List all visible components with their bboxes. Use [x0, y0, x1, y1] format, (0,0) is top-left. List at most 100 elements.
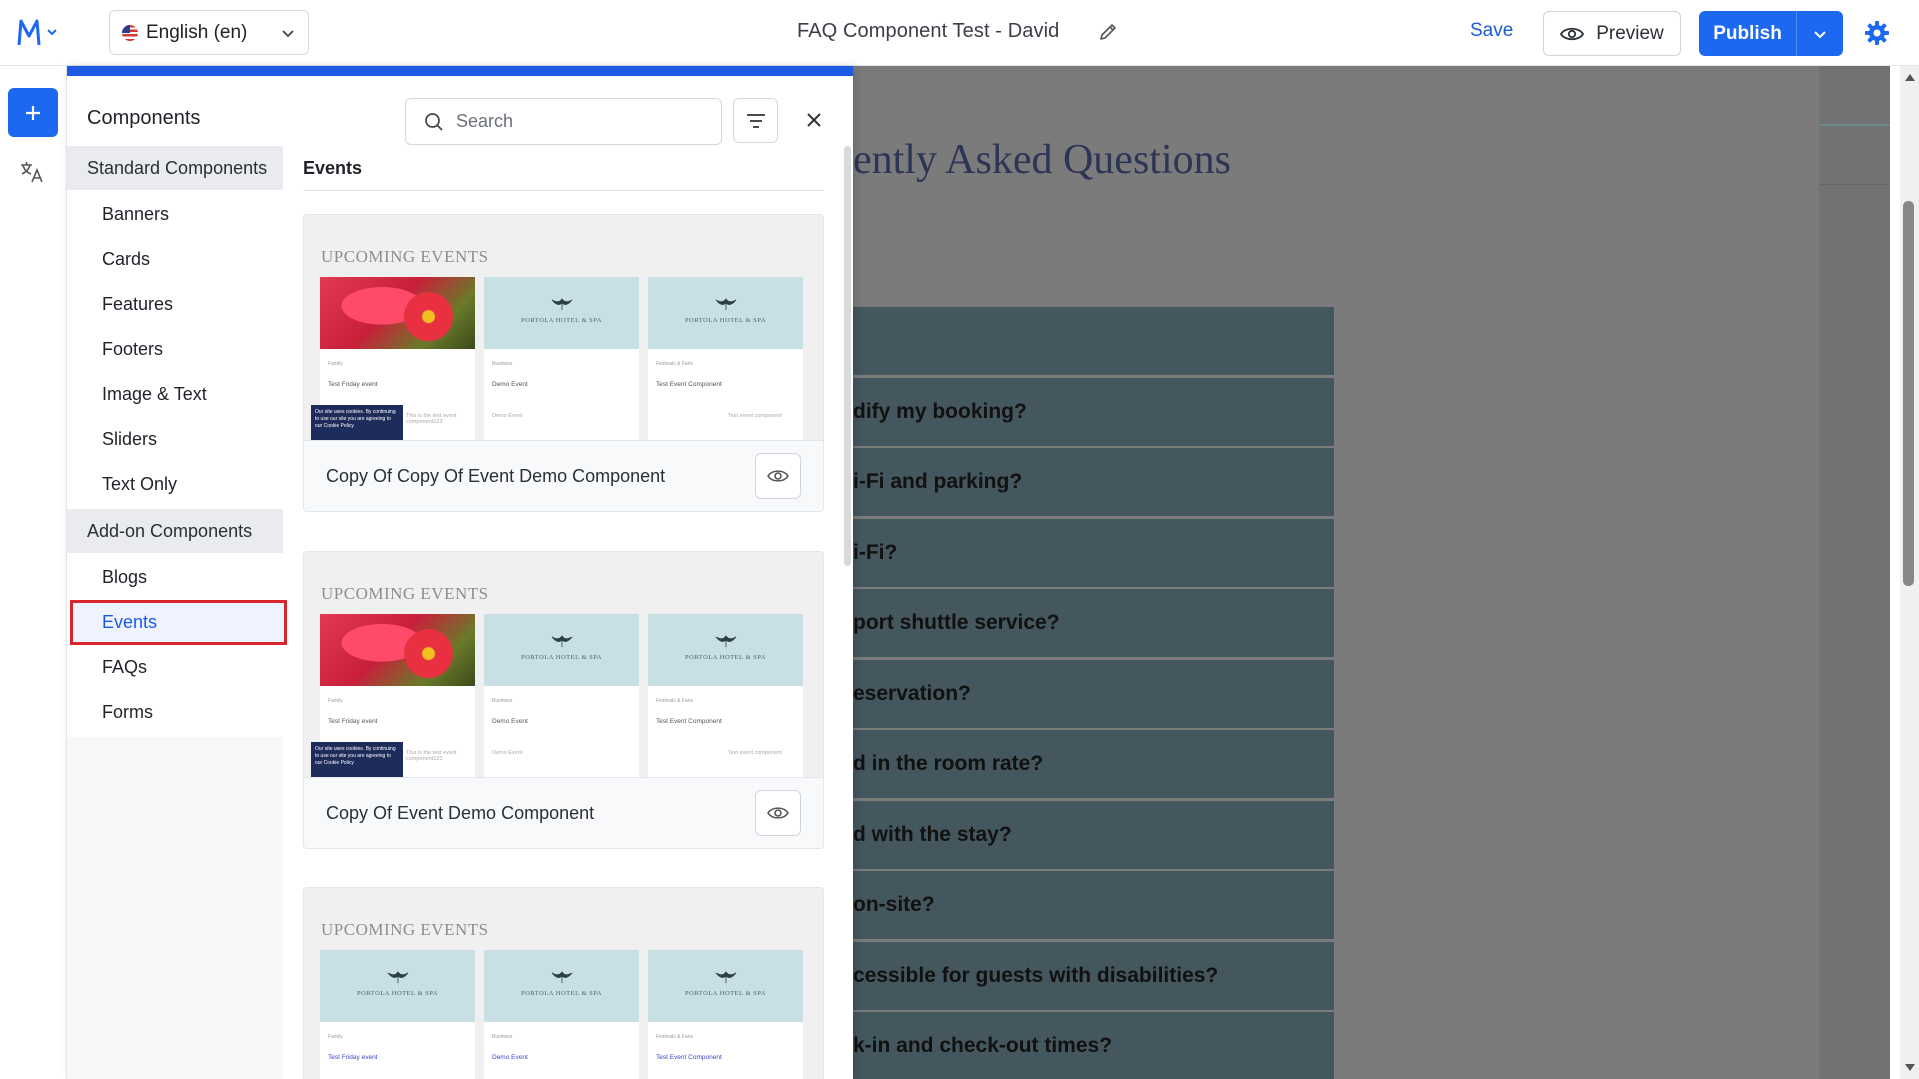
hotel-name: PORTOLA HOTEL & SPA [521, 990, 602, 997]
nav-item-image-text[interactable]: Image & Text [67, 372, 283, 417]
faq-item[interactable]: d in the room rate? [853, 730, 1334, 798]
thumb-title: Test Friday event [328, 718, 378, 725]
bird-logo-icon [551, 971, 572, 983]
filter-icon [746, 113, 765, 128]
thumb-title: Test Event Component [656, 1054, 722, 1061]
canvas-side-strip [1819, 66, 1890, 1079]
thumb-title: Test Friday event [328, 381, 378, 388]
thumb-title: Demo Event [492, 1054, 528, 1061]
panel-title: Components [87, 107, 201, 129]
thumb-heading: UPCOMING EVENTS [321, 584, 489, 603]
thumb-desc: This is the test event component123 [406, 413, 457, 425]
nav-item-faqs[interactable]: FAQs [67, 645, 283, 690]
card-thumbnail[interactable]: UPCOMING EVENTS Family Test Friday event… [304, 552, 823, 778]
component-list[interactable]: Events UPCOMING EVENTS Family Test Frida… [283, 146, 843, 1079]
thumb-tag: Family [328, 698, 343, 704]
bird-logo-icon [715, 298, 736, 310]
nav-item-blogs[interactable]: Blogs [67, 555, 283, 600]
thumb-title: Test Event Component [656, 718, 722, 725]
thumb-event-column: PORTOLA HOTEL & SPA Festivals & Fairs Te… [648, 614, 803, 777]
bird-logo-icon [715, 971, 736, 983]
nav-item-cards[interactable]: Cards [67, 237, 283, 282]
cookie-banner: Our site uses cookies. By continuing to … [311, 405, 403, 440]
thumb-event-column: PORTOLA HOTEL & SPA Festivals & Fairs Te… [648, 277, 803, 440]
add-component-button[interactable] [8, 88, 58, 137]
card-thumbnail[interactable]: UPCOMING EVENTS Family Test Friday event… [304, 215, 823, 441]
pencil-icon[interactable] [1097, 21, 1119, 43]
faq-heading: ently Asked Questions [853, 137, 1231, 183]
canvas-divider [1819, 184, 1890, 185]
filter-button[interactable] [733, 98, 778, 143]
flower-image [320, 614, 475, 686]
eye-icon [767, 807, 789, 819]
bird-logo-icon [387, 971, 408, 983]
thumb-desc: Demo Event [492, 750, 523, 756]
panel-scrollbar-thumb[interactable] [844, 146, 851, 566]
hotel-name: PORTOLA HOTEL & SPA [685, 317, 766, 324]
thumb-desc: Test event component [728, 750, 782, 756]
faq-item[interactable]: k-in and check-out times? [853, 1012, 1334, 1079]
faq-item[interactable]: dify my booking? [853, 377, 1334, 446]
gear-icon[interactable] [1863, 19, 1891, 47]
hotel-name: PORTOLA HOTEL & SPA [357, 990, 438, 997]
thumb-title: Test Friday event [328, 1054, 378, 1061]
thumb-tag: Business [492, 1034, 513, 1040]
nav-item-banners[interactable]: Banners [67, 192, 283, 237]
faq-item[interactable]: cessible for guests with disabilities? [853, 941, 1334, 1010]
card-thumbnail[interactable]: UPCOMING EVENTS PORTOLA HOTEL & SPA Fami… [304, 888, 823, 1079]
nav-item-forms[interactable]: Forms [67, 690, 283, 735]
nav-category-addon: Add-on Components [67, 509, 283, 553]
faq-item[interactable]: port shuttle service? [853, 589, 1334, 657]
scroll-up-arrow-icon[interactable] [1905, 74, 1915, 81]
faq-item[interactable]: i-Fi and parking? [853, 448, 1334, 516]
nav-item-text-only[interactable]: Text Only [67, 462, 283, 507]
left-rail [0, 66, 67, 1079]
component-card[interactable]: UPCOMING EVENTS PORTOLA HOTEL & SPA Fami… [303, 887, 824, 1079]
close-button[interactable] [795, 101, 833, 139]
faq-item[interactable] [853, 307, 1334, 375]
card-preview-button[interactable] [755, 790, 801, 836]
standard-components-list: Banners Cards Features Footers Image & T… [67, 190, 283, 509]
save-button[interactable]: Save [1470, 20, 1513, 42]
faq-item[interactable]: on-site? [853, 871, 1334, 939]
thumb-desc: Test event component [728, 413, 782, 419]
page-canvas[interactable]: ently Asked Questions dify my booking? i… [853, 66, 1890, 1079]
nav-item-events[interactable]: Events [70, 600, 287, 645]
bird-logo-icon [551, 298, 572, 310]
faq-item[interactable]: i-Fi? [853, 518, 1334, 587]
hotel-image: PORTOLA HOTEL & SPA [648, 277, 803, 349]
thumb-event-column: PORTOLA HOTEL & SPA Festivals & Fairs Te… [648, 950, 803, 1079]
faq-item[interactable]: d with the stay? [853, 800, 1334, 869]
thumb-event-column: PORTOLA HOTEL & SPA Business Demo Event … [484, 614, 639, 777]
card-footer: Copy Of Event Demo Component [304, 778, 823, 848]
search-box[interactable] [405, 98, 722, 145]
thumb-tag: Business [492, 361, 513, 367]
search-input[interactable] [456, 111, 696, 132]
translate-icon[interactable] [18, 158, 46, 186]
publish-menu-button[interactable] [1797, 11, 1843, 56]
publish-button[interactable]: Publish [1699, 11, 1797, 56]
m-logo-icon[interactable] [14, 14, 64, 52]
component-card[interactable]: UPCOMING EVENTS Family Test Friday event… [303, 551, 824, 849]
nav-item-sliders[interactable]: Sliders [67, 417, 283, 462]
thumb-event-column: PORTOLA HOTEL & SPA Family Test Friday e… [320, 950, 475, 1079]
faq-item[interactable]: eservation? [853, 659, 1334, 728]
scrollbar-thumb[interactable] [1903, 201, 1914, 586]
language-select[interactable]: English (en) [109, 10, 309, 55]
preview-button[interactable]: Preview [1543, 11, 1681, 56]
nav-item-features[interactable]: Features [67, 282, 283, 327]
preview-label: Preview [1596, 22, 1664, 44]
card-preview-button[interactable] [755, 453, 801, 499]
nav-item-footers[interactable]: Footers [67, 327, 283, 372]
thumb-event-column: PORTOLA HOTEL & SPA Business Demo Event … [484, 277, 639, 440]
component-card[interactable]: UPCOMING EVENTS Family Test Friday event… [303, 214, 824, 512]
thumb-heading: UPCOMING EVENTS [321, 247, 489, 266]
us-flag-icon [122, 24, 138, 41]
thumb-tag: Business [492, 698, 513, 704]
bird-logo-icon [715, 635, 736, 647]
page-scrollbar[interactable] [1900, 66, 1919, 1079]
chevron-down-icon [282, 29, 294, 37]
thumb-desc: Demo Event [492, 413, 523, 419]
thumb-title: Demo Event [492, 381, 528, 388]
scroll-down-arrow-icon[interactable] [1905, 1064, 1915, 1071]
